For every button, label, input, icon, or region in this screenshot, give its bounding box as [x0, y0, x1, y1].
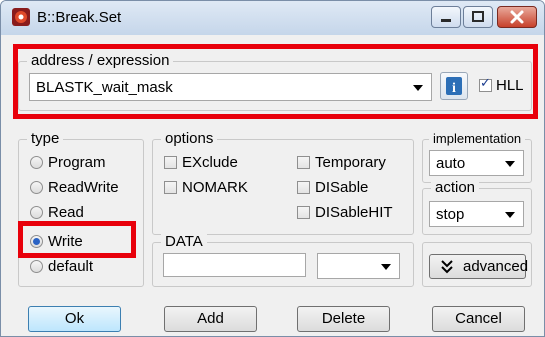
add-button[interactable]: Add — [164, 306, 257, 332]
radio-readwrite-label: ReadWrite — [48, 179, 119, 196]
radio-read[interactable] — [30, 206, 43, 219]
action-legend: action — [431, 179, 480, 197]
advanced-button[interactable]: advanced — [429, 254, 529, 279]
type-legend: type — [27, 130, 64, 148]
window-title: B::Break.Set — [37, 9, 122, 26]
action-value: stop — [436, 206, 465, 223]
double-chevron-down-icon — [441, 260, 453, 274]
maximize-icon — [472, 11, 484, 22]
checkbox-nomark-label: NOMARK — [182, 179, 248, 196]
title-bar: B::Break.Set — [1, 1, 544, 35]
action-select[interactable]: stop — [429, 201, 524, 227]
dropdown-arrow-icon — [505, 212, 515, 218]
close-button[interactable] — [497, 6, 537, 28]
radio-program-label: Program — [48, 154, 106, 171]
dropdown-arrow-icon — [505, 161, 515, 167]
radio-default[interactable] — [30, 260, 43, 273]
implementation-value: auto — [436, 155, 466, 172]
delete-button[interactable]: Delete — [297, 306, 390, 332]
write-highlight-box — [18, 221, 136, 258]
options-legend: options — [161, 130, 218, 148]
advanced-label: advanced — [463, 258, 529, 275]
checkbox-disablehit[interactable] — [297, 206, 310, 219]
app-icon — [12, 8, 30, 26]
checkbox-disablehit-label: DISableHIT — [315, 204, 393, 221]
radio-program[interactable] — [30, 156, 43, 169]
close-icon — [510, 10, 524, 24]
checkbox-nomark[interactable] — [164, 181, 177, 194]
checkbox-temporary[interactable] — [297, 156, 310, 169]
break-set-dialog: B::Break.Set address / expression BLASTK… — [0, 0, 545, 337]
radio-read-label: Read — [48, 204, 84, 221]
radio-default-label: default — [48, 258, 94, 275]
minimize-button[interactable] — [431, 6, 461, 28]
dropdown-arrow-icon — [381, 264, 391, 270]
maximize-button[interactable] — [463, 6, 493, 28]
radio-readwrite[interactable] — [30, 181, 43, 194]
address-highlight-box — [13, 44, 538, 119]
data-select[interactable] — [317, 253, 400, 279]
data-input[interactable] — [163, 253, 306, 277]
checkbox-exclude[interactable] — [164, 156, 177, 169]
checkbox-exclude-label: EXclude — [182, 154, 238, 171]
cancel-button[interactable]: Cancel — [432, 306, 525, 332]
checkbox-temporary-label: Temporary — [315, 154, 386, 171]
data-legend: DATA — [161, 233, 207, 251]
minimize-icon — [441, 19, 451, 22]
checkbox-disable[interactable] — [297, 181, 310, 194]
checkbox-disable-label: DISable — [315, 179, 369, 196]
implementation-legend: implementation — [429, 130, 526, 148]
implementation-select[interactable]: auto — [429, 150, 524, 176]
ok-button[interactable]: Ok — [28, 306, 121, 332]
